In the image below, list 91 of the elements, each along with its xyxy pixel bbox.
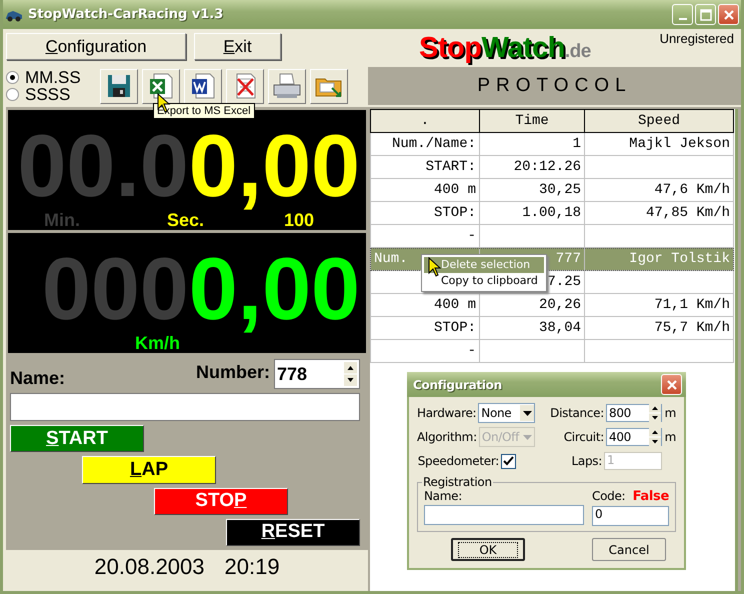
table-cell: STOP:: [370, 317, 480, 340]
table-cell: -: [370, 340, 480, 363]
name-input-field[interactable]: [10, 393, 360, 422]
radio-button[interactable]: [6, 71, 19, 84]
field-label: Hardware:: [417, 406, 476, 420]
table-cell: 75,7 Km/h: [585, 317, 734, 340]
table-cell: Igor Tolstik: [585, 248, 734, 271]
cursor-icon: [428, 257, 442, 277]
minimize-button[interactable]: [672, 4, 693, 25]
close-icon: [722, 8, 734, 20]
display-label: 100: [284, 210, 314, 230]
field-label: Distance:: [550, 406, 604, 420]
number-label: Number:: [196, 362, 270, 383]
menu-button[interactable]: Configuration: [6, 33, 186, 60]
speed-digits: 0,00: [188, 245, 360, 333]
radio-label[interactable]: SSSS: [25, 86, 70, 103]
table-cell: 1.00,18: [480, 202, 585, 225]
number-spinner[interactable]: 400: [606, 428, 662, 446]
table-cell: 20,26: [480, 294, 585, 317]
control-button[interactable]: START: [10, 425, 144, 452]
protocol-title: PROTOCOL: [477, 75, 632, 97]
time-digits: 0,00: [188, 122, 360, 210]
radio-label[interactable]: MM.SS: [25, 69, 81, 86]
control-button[interactable]: STOP: [154, 488, 288, 515]
toolbar-button[interactable]: [142, 68, 180, 104]
table-cell: 47,6 Km/h: [585, 179, 734, 202]
checkbox-label: Speedometer:: [418, 454, 499, 468]
printer-icon: [272, 72, 302, 100]
field-label: Algorithm:: [417, 430, 477, 444]
dialog-button[interactable]: OK: [451, 538, 525, 561]
caret-icon: [522, 410, 532, 416]
caret-icon: [522, 434, 532, 440]
table-cell: Majkl Jekson: [585, 133, 734, 156]
dialog-button[interactable]: Cancel: [592, 538, 666, 561]
window-title: StopWatch-CarRacing v1.3: [28, 7, 224, 22]
logo: StopWatch.de: [419, 32, 591, 65]
minimize-icon: [678, 18, 686, 20]
control-button[interactable]: RESET: [226, 518, 360, 546]
control-button[interactable]: LAP: [82, 456, 216, 484]
table-cell: 1: [480, 133, 585, 156]
field-label: Circuit:: [564, 430, 604, 444]
unit-label: m: [664, 430, 676, 444]
table-cell: Num./Name:: [370, 133, 480, 156]
table-cell: STOP:: [370, 202, 480, 225]
unit-label: m: [664, 406, 676, 420]
toolbar-button[interactable]: [184, 68, 222, 104]
display-label: Km/h: [135, 333, 180, 353]
table-cell: 71,1 Km/h: [585, 294, 734, 317]
maximize-icon: [700, 8, 712, 20]
document-icon: [190, 73, 216, 99]
spin-arrows-icon: [344, 362, 357, 386]
number-spinner[interactable]: 800: [606, 404, 662, 422]
code-input-field[interactable]: 0: [592, 506, 669, 526]
spin-arrows-icon: [649, 428, 661, 446]
code-status: False: [632, 489, 669, 504]
table-cell: 400 m: [370, 179, 480, 202]
table-cell: 38,04: [480, 317, 585, 340]
display-label: Min.: [44, 210, 80, 230]
name-input-field[interactable]: [424, 505, 584, 525]
dropdown[interactable]: None: [478, 403, 535, 423]
group-title: Registration: [422, 475, 493, 489]
toolbar-button[interactable]: [100, 68, 138, 104]
name-label: Name:: [10, 368, 66, 389]
dialog-title: Configuration: [413, 378, 502, 392]
radio-button[interactable]: [6, 88, 19, 101]
close-button[interactable]: [718, 4, 739, 25]
column-header[interactable]: .: [370, 109, 480, 133]
close-icon: [666, 378, 678, 390]
table-cell: START:: [370, 156, 480, 179]
table-cell: 400 m: [370, 294, 480, 317]
time-digits-dim: 00.0: [17, 122, 189, 210]
status-time: 20:19: [224, 554, 280, 580]
table-cell: 47,85 Km/h: [585, 202, 734, 225]
table-cell: 20:12.26: [480, 156, 585, 179]
column-header[interactable]: Speed: [585, 109, 734, 133]
close-button[interactable]: [661, 374, 682, 395]
field-label: Code:: [592, 489, 626, 504]
menu-button[interactable]: Exit: [194, 33, 281, 60]
speed-digits-dim: 000: [42, 245, 189, 333]
spin-arrows-icon: [649, 404, 661, 422]
speedometer-checkbox[interactable]: [501, 454, 516, 468]
table-cell: 30,25: [480, 179, 585, 202]
number-spinner[interactable]: 778: [274, 359, 360, 389]
field-label: Laps:: [572, 454, 602, 468]
column-header[interactable]: Time: [480, 109, 585, 133]
spreadsheet-icon: [148, 73, 174, 99]
registration-status: Unregistered: [660, 31, 734, 46]
maximize-button[interactable]: [695, 4, 716, 25]
status-date: 20.08.2003: [94, 554, 205, 580]
field-label: Name:: [424, 489, 463, 503]
display-label: Sec.: [167, 210, 204, 230]
